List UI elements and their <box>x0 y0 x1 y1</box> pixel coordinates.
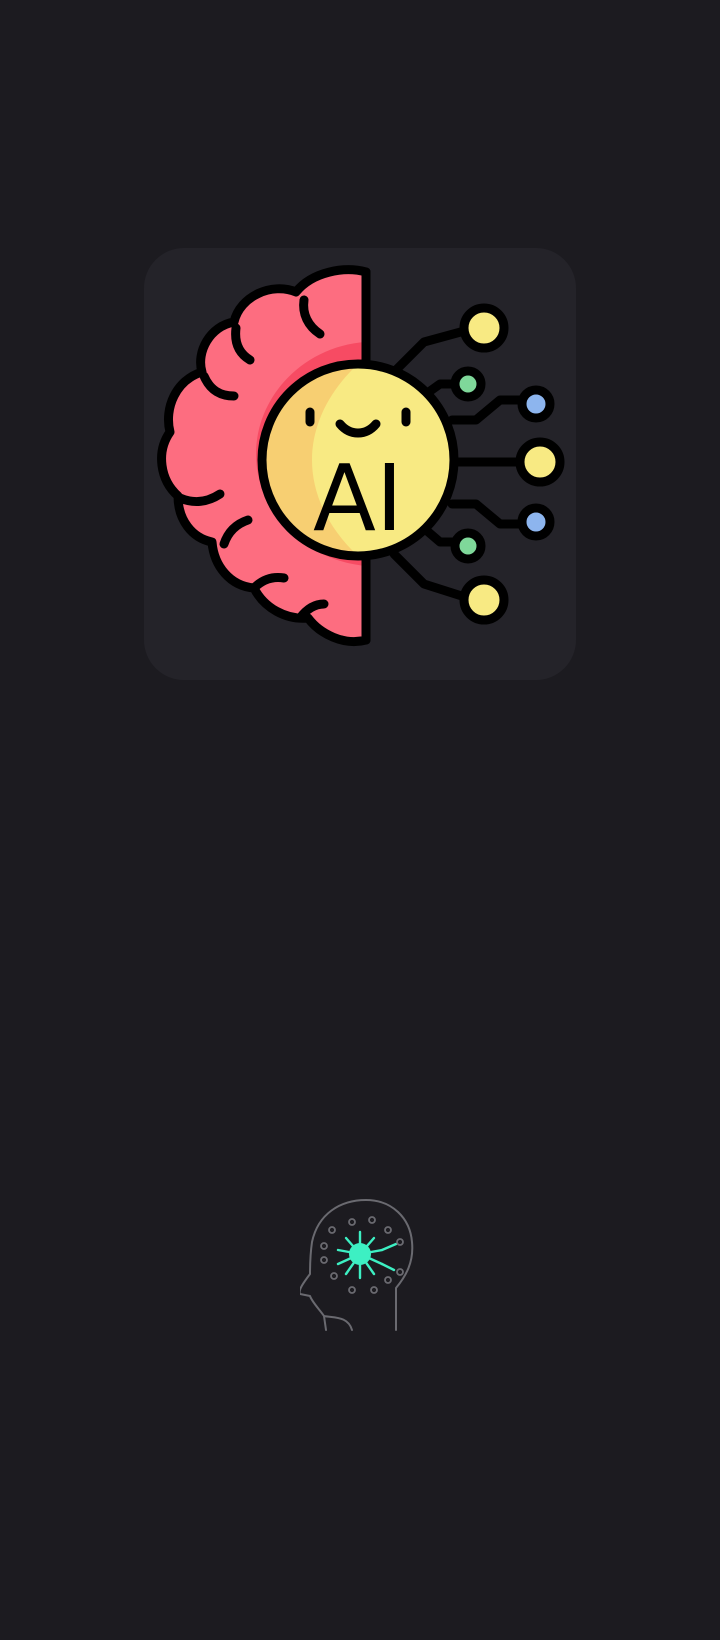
brand-logo <box>298 1198 420 1332</box>
ai-brain-icon: AI <box>157 265 565 646</box>
app-icon: AI <box>144 248 576 680</box>
head-circuit-icon <box>298 1199 414 1331</box>
app-icon-label: AI <box>313 445 403 552</box>
splash-screen: { "splash": { "app_icon": { "icon": "ai-… <box>0 0 720 1640</box>
